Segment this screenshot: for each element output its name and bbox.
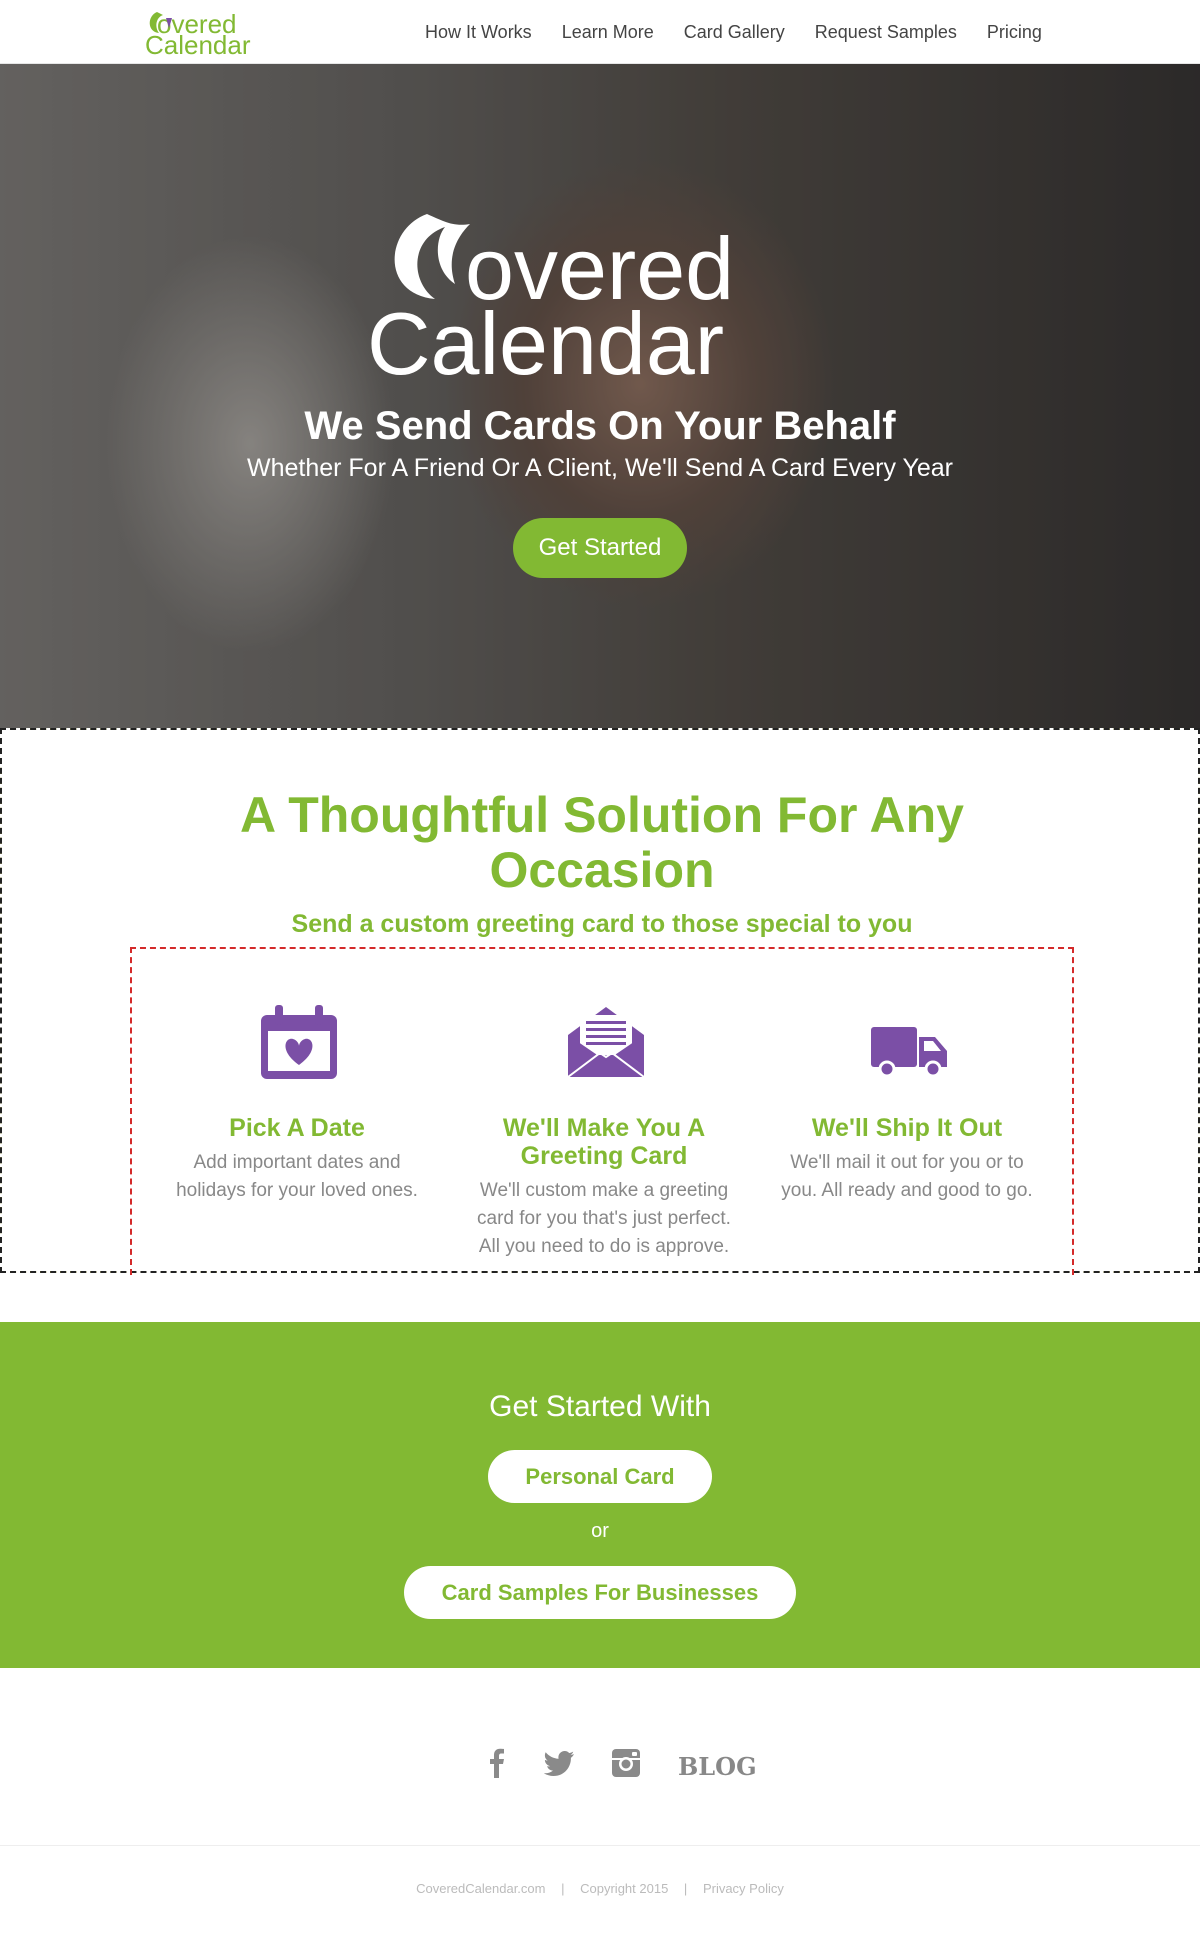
- truck-icon: [871, 1027, 947, 1078]
- feature-title: We'll Make You A Greeting Card: [464, 1114, 744, 1170]
- solution-subtitle: Send a custom greeting card to those spe…: [291, 910, 913, 938]
- nav-links: How It Works Learn More Card Gallery Req…: [410, 0, 1057, 64]
- solution-title-line2: Occasion: [489, 842, 715, 898]
- nav-link-request-samples[interactable]: Request Samples: [815, 22, 957, 43]
- social-links: BLOG: [0, 1668, 1200, 1846]
- feature-title-line1: We'll Ship It Out: [811, 1114, 1003, 1142]
- footer-privacy-link[interactable]: Privacy Policy: [703, 1881, 784, 1896]
- hero-logo-leaf-icon: [394, 214, 470, 299]
- hero-subtitle: Whether For A Friend Or A Client, We'll …: [246, 454, 954, 482]
- brand-logo[interactable]: overed Calendar: [143, 6, 283, 56]
- feature-title-line2: Greeting Card: [520, 1142, 688, 1170]
- footer-line: CoveredCalendar.com | Copyright 2015 | P…: [0, 1881, 1200, 1896]
- solution-title-line1: A Thoughtful Solution For Any: [240, 787, 964, 843]
- footer: CoveredCalendar.com | Copyright 2015 | P…: [0, 1845, 1200, 1943]
- twitter-icon[interactable]: [544, 1748, 574, 1778]
- nav-link-card-gallery[interactable]: Card Gallery: [684, 22, 785, 43]
- feature-title: We'll Ship It Out: [767, 1114, 1047, 1142]
- hero-section: overed Calendar We Send Cards On Your Be…: [0, 64, 1200, 728]
- nav-link-pricing[interactable]: Pricing: [987, 22, 1042, 43]
- feature-desc: We'll mail it out for you or to you. All…: [767, 1149, 1047, 1205]
- solution-section: A Thoughtful Solution For Any Occasion S…: [0, 728, 1200, 1275]
- feature-title-line1: Pick A Date: [229, 1114, 365, 1142]
- get-started-section: Get Started With Personal Card or Card S…: [0, 1322, 1200, 1668]
- or-text: or: [591, 1520, 609, 1542]
- feature-desc-line: All you need to do is approve.: [478, 1236, 730, 1257]
- footer-copyright: Copyright 2015: [580, 1881, 669, 1896]
- hero-title: We Send Cards On Your Behalf: [304, 404, 896, 448]
- hero-logo: overed Calendar: [367, 214, 734, 379]
- instagram-icon[interactable]: [611, 1748, 641, 1778]
- feature-desc-line: We'll mail it out for you or to: [790, 1152, 1024, 1173]
- envelope-letter-icon: [567, 1007, 645, 1078]
- feature-desc-line: you. All ready and good to go.: [781, 1180, 1033, 1201]
- feature-title-line1: We'll Make You A: [502, 1114, 706, 1142]
- hero-logo-text-bottom: Calendar: [367, 294, 724, 379]
- facebook-icon[interactable]: [482, 1748, 512, 1778]
- nav-link-learn-more[interactable]: Learn More: [562, 22, 654, 43]
- feature-desc: We'll custom make a greeting card for yo…: [464, 1177, 744, 1261]
- footer-site-link[interactable]: CoveredCalendar.com: [416, 1881, 545, 1896]
- footer-separator: |: [561, 1881, 565, 1896]
- get-started-button[interactable]: Get Started: [513, 518, 687, 578]
- feature-desc-line: holidays for your loved ones.: [176, 1180, 418, 1201]
- business-samples-button[interactable]: Card Samples For Businesses: [404, 1566, 796, 1619]
- top-nav: overed Calendar How It Works Learn More …: [0, 0, 1200, 64]
- logo-text-bottom: Calendar: [145, 30, 251, 56]
- footer-separator: |: [683, 1881, 688, 1896]
- features-grid: Pick A Date Add important dates and holi…: [130, 947, 1074, 1275]
- personal-card-button[interactable]: Personal Card: [488, 1450, 712, 1503]
- feature-desc: Add important dates and holidays for you…: [157, 1149, 437, 1205]
- feature-desc-line: card for you that's just perfect.: [477, 1208, 731, 1229]
- get-started-title: Get Started With: [489, 1390, 711, 1423]
- solution-title: A Thoughtful Solution For Any Occasion: [2, 788, 1200, 898]
- blog-link[interactable]: BLOG: [678, 1752, 757, 1781]
- feature-desc-line: Add important dates and: [193, 1152, 401, 1173]
- feature-title: Pick A Date: [157, 1114, 437, 1142]
- nav-link-how-it-works[interactable]: How It Works: [425, 22, 532, 43]
- calendar-heart-icon: [261, 1005, 337, 1079]
- feature-desc-line: We'll custom make a greeting: [479, 1180, 729, 1201]
